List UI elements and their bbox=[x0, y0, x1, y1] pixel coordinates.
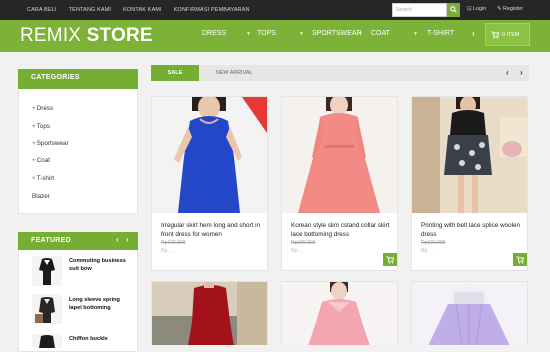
product-image[interactable] bbox=[152, 97, 267, 213]
product-photo-red-dress bbox=[152, 282, 267, 345]
chevron-down-icon: ▼ bbox=[413, 31, 418, 37]
featured-item-name[interactable]: Chiffon buckle bbox=[69, 335, 129, 343]
tab-new-arrival[interactable]: NEW ARRIVAL bbox=[216, 65, 252, 81]
featured-item-name[interactable]: Commuting business suit bow bbox=[69, 257, 129, 273]
add-to-cart-button[interactable] bbox=[383, 253, 397, 266]
product-title[interactable]: Printing with belt lace splice woolen dr… bbox=[421, 221, 521, 239]
cart-icon bbox=[516, 256, 524, 264]
chevron-right-icon[interactable]: › bbox=[126, 235, 129, 244]
search-icon bbox=[450, 6, 457, 13]
product-price: Rp ... bbox=[421, 248, 433, 254]
add-to-cart-button[interactable] bbox=[513, 253, 527, 266]
product-card[interactable]: Irregular skirt hem long and short in fr… bbox=[151, 96, 268, 271]
product-image bbox=[32, 256, 62, 286]
product-card[interactable] bbox=[411, 281, 528, 345]
product-old-price: Rp100.000 bbox=[161, 240, 186, 246]
cart-button[interactable]: 0 ITEM bbox=[485, 23, 530, 46]
menu-next-arrow-icon[interactable]: › bbox=[472, 29, 475, 38]
search-button[interactable] bbox=[447, 3, 460, 17]
product-tabs: SALE NEW ARRIVAL ‹ › bbox=[151, 65, 529, 81]
product-title[interactable]: Korean style slim cstand collar skirt la… bbox=[291, 221, 391, 239]
product-price: Rp ... bbox=[161, 248, 173, 254]
login-link[interactable]: ⊡ Login bbox=[467, 6, 486, 12]
chevron-left-icon[interactable]: ‹ bbox=[116, 235, 119, 244]
chevron-down-icon: ▼ bbox=[358, 31, 363, 37]
product-image[interactable] bbox=[282, 282, 397, 345]
top-nav-kontak-kami[interactable]: KONTAK KAMI bbox=[123, 7, 162, 13]
category-sportswear[interactable]: +Sportswear bbox=[32, 140, 69, 147]
featured-item-name[interactable]: Long sleeve spring lapel bottoming bbox=[69, 296, 125, 312]
product-image bbox=[32, 334, 62, 348]
product-image[interactable] bbox=[412, 282, 527, 345]
product-card[interactable] bbox=[151, 281, 268, 345]
product-old-price: Rp100.000 bbox=[291, 240, 316, 246]
chevron-right-icon[interactable]: › bbox=[520, 68, 523, 77]
product-photo-light-pink-dress bbox=[282, 282, 397, 345]
search-input[interactable]: Search bbox=[392, 3, 447, 17]
product-price: Rp ... bbox=[291, 248, 303, 254]
product-card[interactable] bbox=[281, 281, 398, 345]
product-photo-lavender-dress bbox=[412, 282, 527, 345]
product-card[interactable]: Korean style slim cstand collar skirt la… bbox=[281, 96, 398, 271]
chevron-left-icon[interactable]: ‹ bbox=[506, 68, 509, 77]
product-photo-print-dress bbox=[412, 97, 527, 213]
main-header: REMIX STORE DRESS ▼ TOPS ▼ SPORTSWEAR ▼ … bbox=[0, 20, 550, 52]
category-coat[interactable]: +Coat bbox=[32, 157, 50, 164]
chevron-down-icon: ▼ bbox=[246, 31, 251, 37]
category-tops[interactable]: +Tops bbox=[32, 123, 50, 130]
featured-panel: FEATURED ‹ › Commuting business suit bow… bbox=[18, 232, 138, 352]
category-tshirt[interactable]: +T-shirt bbox=[32, 175, 54, 182]
categories-title: CATEGORIES bbox=[18, 69, 138, 89]
top-bar: CARA BELI TENTANG KAMI KONTAK KAMI KONFI… bbox=[0, 0, 550, 20]
tab-sale[interactable]: SALE bbox=[151, 65, 199, 81]
category-blazer[interactable]: Blazer bbox=[32, 193, 50, 200]
featured-thumb-2[interactable] bbox=[32, 294, 62, 324]
chevron-down-icon: ▼ bbox=[299, 31, 304, 37]
top-nav: CARA BELI TENTANG KAMI KONTAK KAMI KONFI… bbox=[27, 0, 250, 20]
product-image[interactable] bbox=[152, 282, 267, 345]
category-dress[interactable]: +Dress bbox=[32, 105, 53, 112]
cart-icon bbox=[386, 256, 394, 264]
register-link[interactable]: ✎ Register bbox=[497, 6, 523, 12]
cart-icon bbox=[491, 31, 499, 39]
top-nav-cara-beli[interactable]: CARA BELI bbox=[27, 7, 57, 13]
featured-thumb-1[interactable] bbox=[32, 256, 62, 286]
logo[interactable]: REMIX STORE bbox=[20, 25, 153, 47]
top-nav-konfirmasi-pembayaran[interactable]: KONFIRMASI PEMBAYARAN bbox=[174, 7, 250, 13]
product-image[interactable] bbox=[412, 97, 527, 213]
product-title[interactable]: Irregular skirt hem long and short in fr… bbox=[161, 221, 261, 239]
featured-thumb-3[interactable] bbox=[32, 334, 62, 348]
featured-title: FEATURED bbox=[18, 232, 138, 250]
categories-panel: CATEGORIES +Dress +Tops +Sportswear +Coa… bbox=[18, 69, 138, 214]
product-old-price: Rp100.000 bbox=[421, 240, 446, 246]
product-photo-pink-dress bbox=[282, 97, 397, 213]
product-card[interactable]: Printing with belt lace splice woolen dr… bbox=[411, 96, 528, 271]
top-nav-tentang-kami[interactable]: TENTANG KAMI bbox=[69, 7, 111, 13]
product-photo-blue-dress bbox=[152, 97, 267, 213]
product-image bbox=[32, 294, 62, 324]
product-image[interactable] bbox=[282, 97, 397, 213]
